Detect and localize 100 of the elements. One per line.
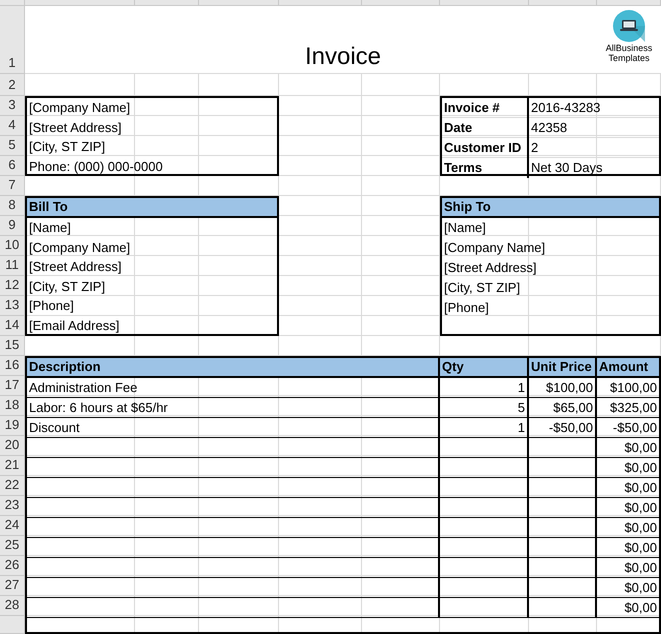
table-cell: -$50,00 — [597, 418, 659, 438]
row-number[interactable]: 9 — [0, 216, 25, 236]
company-line: [Street Address] — [29, 118, 122, 137]
row-number[interactable]: 12 — [0, 276, 25, 296]
row-number[interactable]: 28 — [0, 596, 25, 616]
invoice-title: Invoice — [304, 42, 382, 72]
table-cell: Labor: 6 hours at $65/hr — [27, 398, 440, 418]
address-line: [Street Address] — [29, 258, 122, 276]
address-line: [Company Name] — [444, 239, 546, 258]
column-header-cell[interactable] — [279, 0, 362, 6]
table-cell: $325,00 — [597, 398, 659, 418]
company-line: Phone: (000) 000-0000 — [29, 158, 163, 176]
column-header-cell[interactable] — [597, 0, 661, 6]
table-cell: $0,00 — [597, 598, 659, 618]
table-cell: 1 — [440, 378, 529, 398]
row-number[interactable]: 13 — [0, 296, 25, 316]
row-number[interactable]: 4 — [0, 116, 25, 136]
company-line: [Company Name] — [29, 99, 130, 117]
address-line: [Phone] — [444, 299, 489, 318]
info-label: Invoice # — [444, 99, 500, 117]
address-line: [Name] — [444, 219, 486, 238]
address-heading: Ship To — [442, 198, 659, 218]
address-line: [Phone] — [29, 297, 74, 315]
column-header-cell[interactable] — [362, 0, 440, 6]
table-cell: $0,00 — [597, 498, 659, 518]
row-number[interactable]: 1 — [0, 6, 25, 74]
column-header: Description — [27, 358, 440, 378]
table-cell: Administration Fee — [27, 378, 440, 398]
table-cell — [529, 458, 597, 478]
info-value: Net 30 Days — [531, 159, 603, 177]
table-cell — [529, 558, 597, 578]
table-cell: $0,00 — [597, 538, 659, 558]
row-number[interactable]: 22 — [0, 476, 25, 496]
row-number[interactable]: 24 — [0, 516, 25, 536]
table-cell: $0,00 — [597, 578, 659, 598]
table-cell: 5 — [440, 398, 529, 418]
column-header: Amount — [597, 358, 659, 378]
table-cell — [529, 538, 597, 558]
corner-cell[interactable] — [0, 0, 25, 6]
row-number[interactable]: 7 — [0, 176, 25, 196]
table-cell — [529, 518, 597, 538]
row-number[interactable]: 8 — [0, 196, 25, 216]
table-cell: $0,00 — [597, 458, 659, 478]
row-number[interactable]: 19 — [0, 416, 25, 436]
info-label: Date — [444, 119, 472, 137]
row-number[interactable]: 20 — [0, 436, 25, 456]
table-cell — [529, 438, 597, 458]
row-number[interactable]: 16 — [0, 356, 25, 376]
table-cell — [529, 578, 597, 598]
row-number[interactable]: 2 — [0, 74, 25, 96]
row-number[interactable]: 26 — [0, 556, 25, 576]
row-number[interactable]: 14 — [0, 316, 25, 336]
info-label: Terms — [444, 159, 482, 177]
table-cell: $65,00 — [529, 398, 597, 418]
table-cell: -$50,00 — [529, 418, 597, 438]
table-cell: $100,00 — [529, 378, 597, 398]
info-value: 42358 — [531, 119, 568, 137]
address-line: [Company Name] — [29, 238, 130, 257]
row-number[interactable]: 25 — [0, 536, 25, 556]
table-cell: 1 — [440, 418, 529, 438]
table-cell: $0,00 — [597, 478, 659, 498]
row-number[interactable]: 17 — [0, 376, 25, 396]
row-number[interactable]: 18 — [0, 396, 25, 416]
row-number[interactable]: 3 — [0, 96, 25, 116]
row-number[interactable]: 27 — [0, 576, 25, 596]
table-cell — [529, 478, 597, 498]
row-number[interactable]: 15 — [0, 336, 25, 356]
row-header-cell[interactable] — [0, 616, 25, 634]
address-line: [City, ST ZIP] — [29, 278, 106, 296]
row-number[interactable]: 5 — [0, 136, 25, 156]
logo-text: AllBusiness Templates — [604, 43, 654, 63]
address-line: [Email Address] — [29, 316, 120, 335]
column-header: Unit Price — [529, 358, 597, 378]
address-line: [Street Address] — [444, 259, 536, 278]
table-cell: $0,00 — [597, 558, 659, 578]
laptop-logo-icon — [613, 10, 645, 42]
column-header-cell[interactable] — [25, 0, 135, 6]
column-header-cell[interactable] — [135, 0, 199, 6]
table-cell: $0,00 — [597, 438, 659, 458]
address-line: [City, ST ZIP] — [444, 279, 520, 298]
address-line: [Name] — [29, 219, 71, 237]
row-number[interactable]: 6 — [0, 156, 25, 176]
row-number[interactable]: 11 — [0, 256, 25, 276]
table-cell: $100,00 — [597, 378, 659, 398]
row-number[interactable]: 21 — [0, 456, 25, 476]
table-cell — [529, 598, 597, 618]
column-header-cell[interactable] — [529, 0, 597, 6]
table-cell — [529, 498, 597, 518]
info-label: Customer ID — [444, 139, 522, 157]
table-cell: Discount — [27, 418, 440, 438]
column-header-cell[interactable] — [199, 0, 279, 6]
column-header-cell[interactable] — [440, 0, 529, 6]
info-value: 2016-43283 — [531, 99, 600, 117]
row-number[interactable]: 10 — [0, 236, 25, 256]
column-header: Qty — [440, 358, 529, 378]
address-heading: Bill To — [27, 198, 277, 218]
company-line: [City, ST ZIP] — [29, 138, 106, 156]
table-cell: $0,00 — [597, 518, 659, 538]
row-number[interactable]: 23 — [0, 496, 25, 516]
info-value: 2 — [531, 139, 538, 157]
